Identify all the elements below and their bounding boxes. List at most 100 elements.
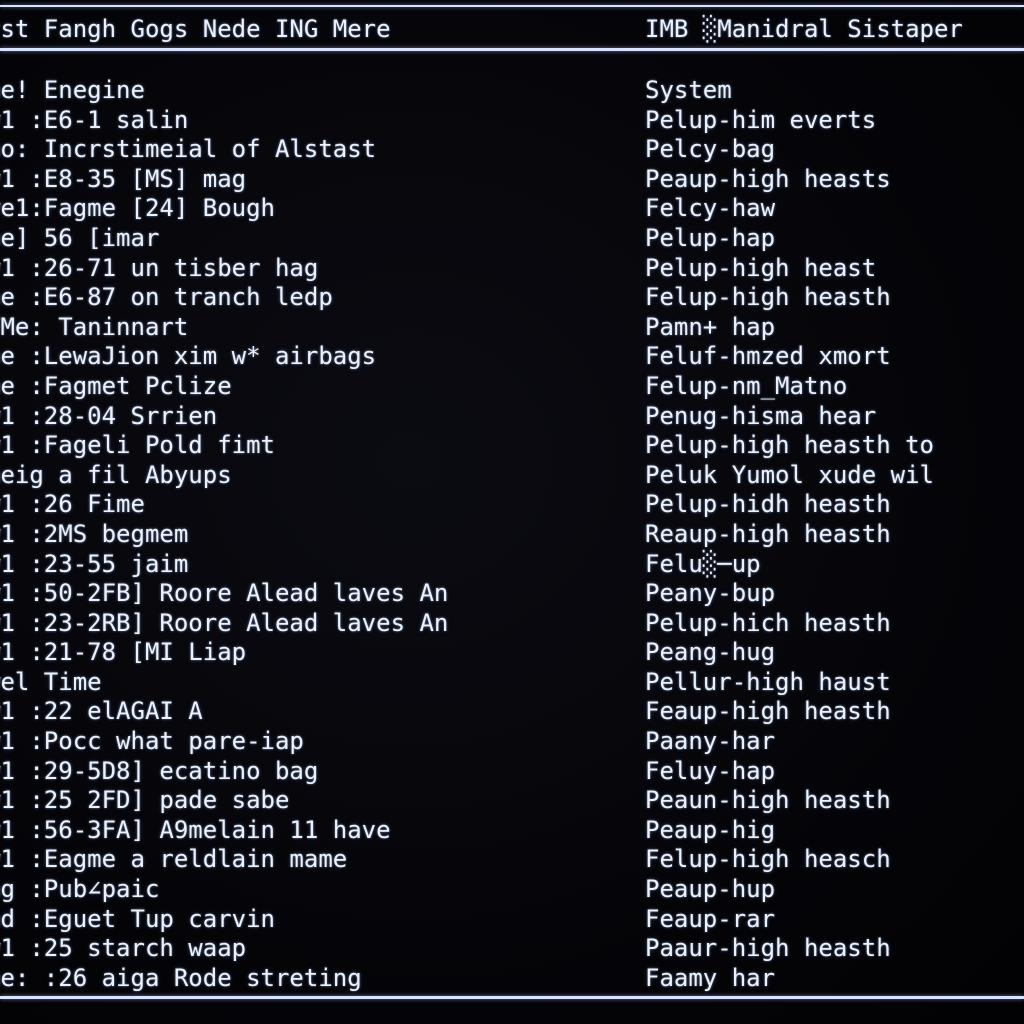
log-entry-right: Felcy-haw	[645, 194, 776, 223]
log-entry-right: Pelup-high heasth to	[645, 431, 934, 460]
log-entry-left: w1 :25 starch waap	[0, 934, 247, 963]
log-entry-right: Pellur-high haust	[645, 667, 891, 696]
log-entry-right: Pelup-high heast	[645, 253, 877, 282]
log-entry-right: Paaur-high heasth	[645, 934, 891, 963]
log-entry-right: Felup-high heasth	[645, 283, 891, 312]
log-entry-right: Peaup-hig	[645, 815, 776, 844]
log-row: we1:Fagme [24] Bough Felcy-haw	[0, 194, 1024, 224]
log-row: TMe: Taninnart Pamn+ hap	[0, 313, 1024, 343]
log-entry-right: Felup-nm_Matno	[645, 371, 848, 400]
log-row: w1 :26 Fime Pelup-hidh heasth	[0, 490, 1024, 520]
log-entry-left: me: :26 aiga Rode streting	[0, 963, 362, 992]
log-entry-left: wel Time	[0, 667, 102, 696]
log-entry-left: mo: Incrstimeial of Alstast	[0, 135, 377, 164]
log-entry-right: Pelcy-bag	[645, 135, 776, 164]
log-entry-left: me :Fagmet Pclize	[0, 371, 232, 400]
log-entry-right: Peany-bup	[645, 579, 776, 608]
log-row: w1 :2MS begmem Reaup-high heasth	[0, 520, 1024, 550]
log-row: me :E6-87 on tranch ledp Felup-high heast…	[0, 283, 1024, 313]
log-entry-left: me :LewaJion xim w* airbags	[0, 342, 377, 371]
log-entry-left: meig a fil Abyups	[0, 460, 232, 489]
log-row: w1 :25 2FD] pade sabe Peaun-high heasth	[0, 786, 1024, 816]
log-entry-right: Peaup-hup	[645, 875, 776, 904]
log-entry-right: Peaun-high heasth	[645, 786, 891, 815]
log-entry-right: Paany-har	[645, 727, 776, 756]
top-border-line	[0, 5, 1024, 7]
log-entry-left: w1 :23-2RB] Roore Alead laves An	[0, 608, 449, 637]
log-entry-left: w1 :29-5D8] ecatino bag	[0, 756, 319, 785]
log-entry-right: Pelup-hap	[645, 223, 776, 252]
log-entry-left: w1 :28-04 Srrien	[0, 401, 218, 430]
log-entry-right: Penug-hisma hear	[645, 401, 877, 430]
left-column-heading: me! Enegine	[0, 76, 145, 104]
log-entry-right: Pelup-hidh heasth	[645, 490, 891, 519]
bottom-border-line	[0, 996, 1024, 999]
header-right-title: IMB ░Manidral Sistaper	[645, 15, 963, 43]
log-row: w1 :50-2FB] Roore Alead laves An Peany-bu…	[0, 579, 1024, 609]
log-entry-left: mg :Pub∠paic	[0, 875, 160, 904]
log-entry-left: w1 :Fageli Pold fimt	[0, 431, 275, 460]
log-row: w1 :29-5D8] ecatino bag Feluy-hap	[0, 757, 1024, 787]
log-entry-left: w1 :26-71 un tisber hag	[0, 253, 319, 282]
log-entry-right: Felup-high heasch	[645, 845, 891, 874]
log-row: me] 56 [imar Pelup-hap	[0, 224, 1024, 254]
log-entry-right: Peluk Yumol xude wil	[645, 460, 934, 489]
log-entry-left: w1 :2MS begmem	[0, 519, 189, 548]
log-row: w1 :26-71 un tisber hag Pelup-high heast	[0, 254, 1024, 284]
log-row: me :LewaJion xim w* airbags Feluf-hmzed x…	[0, 342, 1024, 372]
header-bar: rst Fangh Gogs Nede ING Mere IMB ░Manidr…	[0, 12, 1024, 46]
log-row: me :Fagmet Pclize Felup-nm_Matno	[0, 372, 1024, 402]
log-entry-left: w1 :E8-35 [MS] mag	[0, 164, 247, 193]
log-entry-left: w1 :25 2FD] pade sabe	[0, 786, 290, 815]
log-row: w1 :22 elAGAI A Feaup-high heasth	[0, 697, 1024, 727]
log-entry-left: md :Eguet Tup carvin	[0, 904, 275, 933]
header-divider-line	[0, 48, 1024, 51]
header-left-title: rst Fangh Gogs Nede ING Mere	[0, 15, 391, 43]
log-entry-right: Faamy har	[645, 963, 776, 992]
log-row: w1 :56-3FA] A9melain 11 have Peaup-hig	[0, 816, 1024, 846]
log-row: w1 :25 starch waap Paaur-high heasth	[0, 934, 1024, 964]
log-entry-right: Pelup-him everts	[645, 105, 877, 134]
log-entry-left: w1 :23-55 jaim	[0, 549, 189, 578]
log-entry-right: Feluf-hmzed xmort	[645, 342, 891, 371]
log-entry-left: me :E6-87 on tranch ledp	[0, 283, 333, 312]
log-entry-left: w1 :50-2FB] Roore Alead laves An	[0, 579, 449, 608]
terminal-screen: rst Fangh Gogs Nede ING Mere IMB ░Manidr…	[0, 0, 1024, 1024]
log-row: w1 :23-55 jaim Felu░─up	[0, 550, 1024, 580]
column-headings: me! Enegine System	[0, 76, 1024, 106]
log-table: me! Enegine System w1 :E6-1 salin Pelup-h…	[0, 76, 1024, 993]
right-column-heading: System	[645, 76, 732, 104]
log-row: w1 :Fageli Pold fimt Pelup-high heasth to	[0, 431, 1024, 461]
log-row: w1 :23-2RB] Roore Alead laves An Pelup-hi…	[0, 609, 1024, 639]
log-entry-left: w1 :21-78 [MI Liap	[0, 638, 247, 667]
log-row: w1 :28-04 Srrien Penug-hisma hear	[0, 402, 1024, 432]
log-entry-left: we1:Fagme [24] Bough	[0, 194, 275, 223]
log-row: wel Time Pellur-high haust	[0, 668, 1024, 698]
log-row: w1 :21-78 [MI Liap Peang-hug	[0, 638, 1024, 668]
log-entry-left: me] 56 [imar	[0, 223, 160, 252]
log-entry-left: w1 :E6-1 salin	[0, 105, 189, 134]
log-entry-left: w1 :56-3FA] A9melain 11 have	[0, 815, 391, 844]
log-row: w1 :Eagme a reldlain mame Felup-high heas…	[0, 845, 1024, 875]
log-row: meig a fil Abyups Peluk Yumol xude wil	[0, 461, 1024, 491]
log-row: w1 :E8-35 [MS] mag Peaup-high heasts	[0, 165, 1024, 195]
log-entry-right: Felu░─up	[645, 549, 761, 578]
log-row: md :Eguet Tup carvin Feaup-rar	[0, 905, 1024, 935]
log-row: mo: Incrstimeial of Alstast Pelcy-bag	[0, 135, 1024, 165]
log-entry-left: w1 :Pocc what pare-iap	[0, 727, 304, 756]
log-entry-left: w1 :26 Fime	[0, 490, 145, 519]
log-row: me: :26 aiga Rode streting Faamy har	[0, 964, 1024, 994]
log-entry-left: w1 :22 elAGAI A	[0, 697, 203, 726]
log-row: mg :Pub∠paic Peaup-hup	[0, 875, 1024, 905]
log-entry-right: Pelup-hich heasth	[645, 608, 891, 637]
log-entry-right: Pamn+ hap	[645, 312, 776, 341]
log-entry-right: Peang-hug	[645, 638, 776, 667]
log-entry-right: Feaup-high heasth	[645, 697, 891, 726]
log-entry-right: Feluy-hap	[645, 756, 776, 785]
log-entry-left: w1 :Eagme a reldlain mame	[0, 845, 348, 874]
log-row: w1 :E6-1 salin Pelup-him everts	[0, 106, 1024, 136]
log-entry-right: Feaup-rar	[645, 904, 776, 933]
log-row: w1 :Pocc what pare-iap Paany-har	[0, 727, 1024, 757]
log-entry-right: Reaup-high heasth	[645, 519, 891, 548]
log-entry-left: TMe: Taninnart	[0, 312, 189, 341]
